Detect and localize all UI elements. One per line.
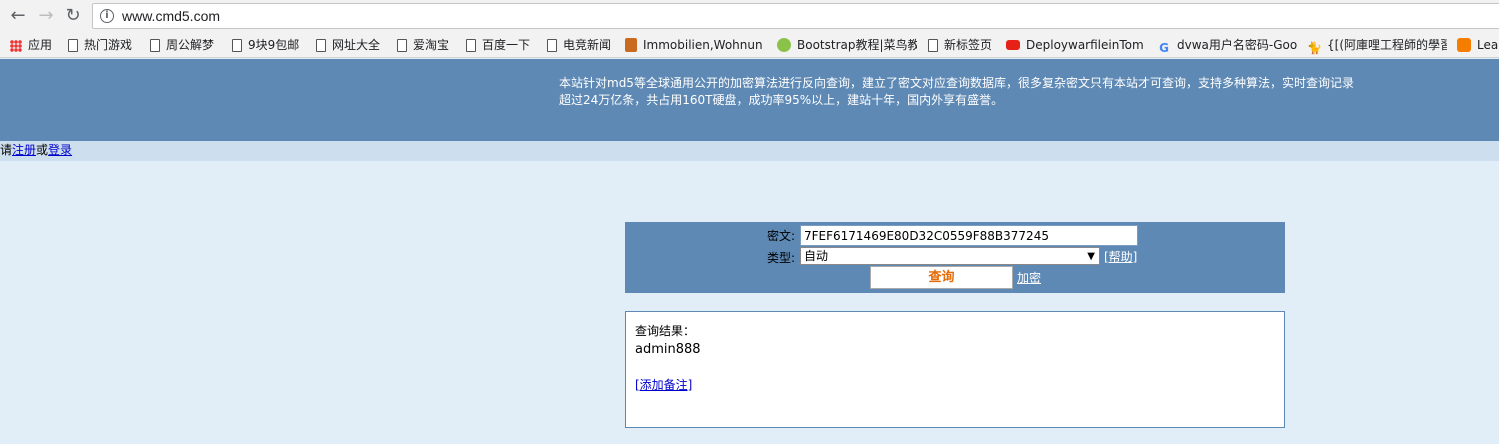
help-link[interactable]: [帮助] [1104, 249, 1137, 265]
bookmark-label: 9块9包邮 [248, 38, 300, 52]
bookmark-item[interactable]: 百度一下 [466, 35, 530, 55]
browser-toolbar: ← → ↻ i www.cmd5.com [0, 0, 1499, 32]
bookmark-item[interactable]: 电竞新闻 [547, 35, 611, 55]
type-label: 类型: [767, 251, 796, 265]
bookmark-label: 电竞新闻 [563, 38, 612, 52]
url-text[interactable]: www.cmd5.com [122, 8, 220, 24]
banner-description: 本站针对md5等全球通用公开的加密算法进行反向查询，建立了密文对应查询数据库，很… [559, 75, 1369, 109]
bookmark-label: dvwa用户名密码-Goo [1177, 38, 1297, 52]
house-icon [625, 38, 637, 52]
login-bar: 请注册或登录 [0, 141, 1499, 161]
youtube-icon [1006, 40, 1020, 50]
bookmark-label: 热门游戏 [84, 38, 133, 52]
document-icon [547, 39, 557, 52]
bookmark-item[interactable]: 🐈 {[(阿庫哩工程師的學習 [1307, 35, 1447, 55]
result-label: 查询结果： [635, 324, 696, 338]
runoob-icon [777, 38, 791, 52]
bookmark-label: Lear [1477, 38, 1499, 52]
google-icon: G [1159, 41, 1169, 55]
register-link[interactable]: 注册 [12, 143, 36, 157]
add-note-link[interactable]: [添加备注] [635, 376, 692, 394]
login-prefix: 请 [0, 143, 13, 157]
site-banner: 本站针对md5等全球通用公开的加密算法进行反向查询，建立了密文对应查询数据库，很… [0, 59, 1499, 141]
document-icon [397, 39, 407, 52]
document-icon [316, 39, 326, 52]
banner-line-1: 本站针对md5等全球通用公开的加密算法进行反向查询，建立了密文对应查询数据库，很… [559, 76, 1354, 90]
bookmark-label: 爱淘宝 [413, 38, 450, 52]
address-bar[interactable]: i www.cmd5.com [92, 3, 1499, 29]
encrypt-link[interactable]: 加密 [1017, 270, 1041, 286]
bookmark-label: 网址大全 [332, 38, 381, 52]
bookmark-item[interactable]: 爱淘宝 [397, 35, 449, 55]
bookmark-item[interactable]: 9块9包邮 [232, 35, 299, 55]
reload-icon[interactable]: ↻ [63, 6, 83, 26]
bookmark-label: Bootstrap教程|菜鸟教 [797, 38, 917, 52]
bookmark-item[interactable]: 周公解梦 [150, 35, 214, 55]
query-button[interactable]: 查询 [870, 266, 1013, 289]
back-arrow-icon[interactable]: ← [8, 6, 28, 26]
dropdown-arrow-icon: ▼ [1087, 251, 1095, 262]
document-icon [68, 39, 78, 52]
document-icon [466, 39, 476, 52]
bookmark-label: 周公解梦 [166, 38, 215, 52]
banner-line-2: 超过24万亿条，共占用160T硬盘，成功率95%以上，建站十年，国内外享有盛誉。 [559, 93, 1004, 107]
bookmark-item[interactable]: Gdvwa用户名密码-Goo [1157, 35, 1297, 55]
github-cat-icon: 🐈 [1307, 41, 1322, 55]
type-selected-value: 自动 [804, 249, 829, 263]
bookmark-item[interactable]: 新标签页 [928, 35, 992, 55]
bookmark-apps[interactable]: 应用 [10, 35, 52, 55]
login-link[interactable]: 登录 [48, 143, 72, 157]
bookmark-label: 应用 [28, 38, 53, 52]
bookmark-label: {[(阿庫哩工程師的學習 [1327, 38, 1447, 52]
result-box: 查询结果： admin888 [添加备注] [625, 311, 1285, 428]
forward-arrow-icon[interactable]: → [36, 6, 56, 26]
bookmark-label: DeploywarfileinTom [1026, 38, 1144, 52]
document-icon [150, 39, 160, 52]
bookmark-item[interactable]: Immobilien,Wohnun [625, 35, 765, 55]
document-icon [928, 39, 938, 52]
cipher-input[interactable] [800, 225, 1138, 246]
type-select[interactable]: 自动 ▼ [800, 247, 1100, 265]
cipher-label: 密文: [767, 229, 796, 243]
login-or: 或 [36, 143, 49, 157]
bookmark-item[interactable]: 网址大全 [316, 35, 380, 55]
result-value: admin888 [635, 342, 701, 357]
bookmark-item[interactable]: 热门游戏 [68, 35, 132, 55]
bookmark-label: 新标签页 [944, 38, 993, 52]
apps-grid-icon [10, 40, 22, 52]
bookmarks-bar: 应用 热门游戏 周公解梦 9块9包邮 网址大全 爱淘宝 百度一下 电竞新闻 Im… [0, 32, 1499, 58]
bookmark-item[interactable]: DeploywarfileinTom [1006, 35, 1144, 55]
blogger-icon [1457, 38, 1471, 52]
info-icon[interactable]: i [100, 9, 114, 23]
query-form: 密文: 类型: 自动 ▼ [帮助] 查询 加密 [625, 222, 1285, 293]
bookmark-label: Immobilien,Wohnun [643, 38, 763, 52]
bookmark-label: 百度一下 [482, 38, 531, 52]
document-icon [232, 39, 242, 52]
bookmark-item[interactable]: Bootstrap教程|菜鸟教 [777, 35, 917, 55]
bookmark-item[interactable]: Lear [1457, 35, 1499, 55]
